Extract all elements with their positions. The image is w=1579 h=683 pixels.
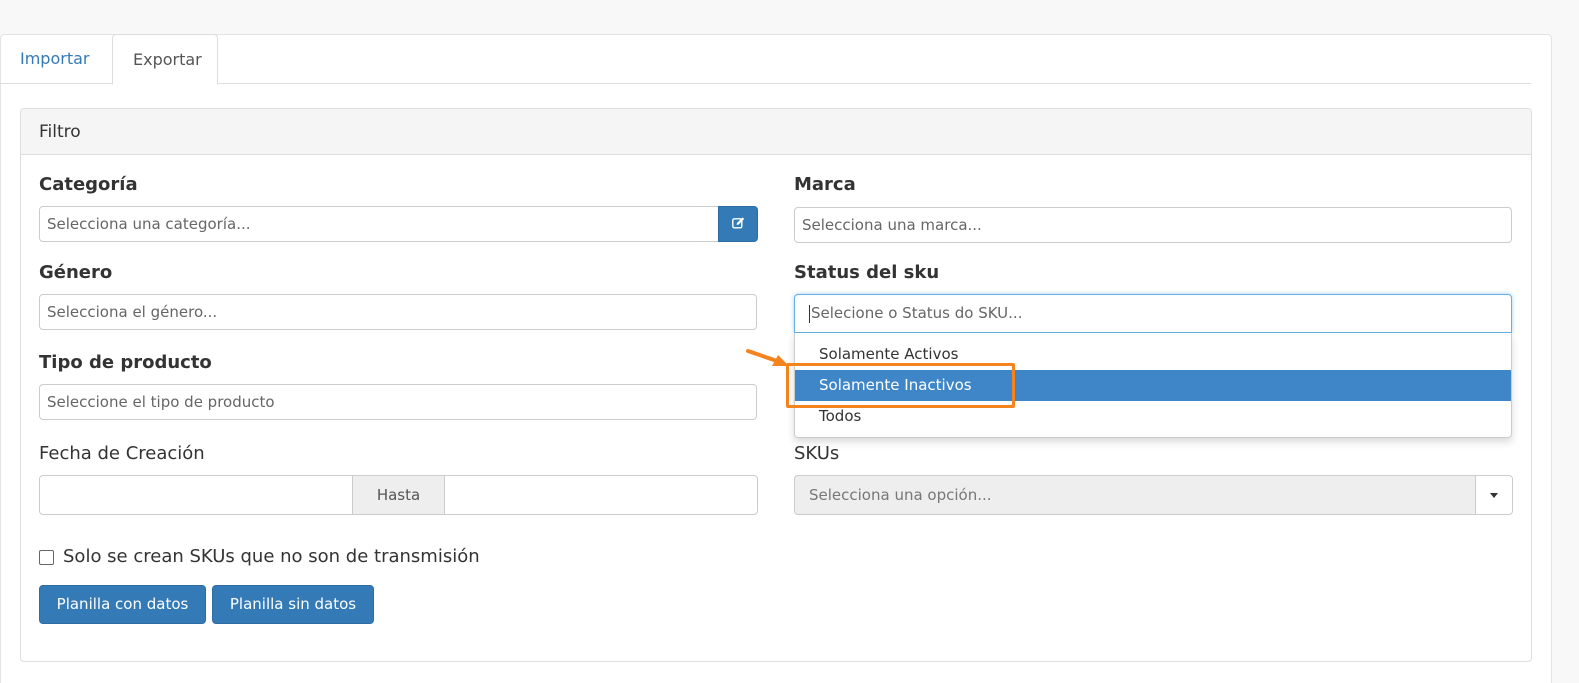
skus-select[interactable]: Selecciona una opción... [794, 475, 1476, 515]
tab-importar[interactable]: Importar [0, 34, 112, 84]
categoria-label: Categoría [39, 174, 138, 195]
planilla-con-datos-button[interactable]: Planilla con datos [39, 585, 206, 624]
tab-exportar[interactable]: Exportar [112, 34, 218, 85]
tab-bar: Importar Exportar [0, 34, 1531, 85]
planilla-sin-datos-button[interactable]: Planilla sin datos [212, 585, 374, 624]
highlight-callout [786, 363, 1015, 408]
chevron-down-icon [1490, 492, 1498, 498]
status-label: Status del sku [794, 262, 940, 283]
marca-input[interactable]: Selecciona una marca... [794, 207, 1512, 243]
tipo-input[interactable]: Seleccione el tipo de producto [39, 384, 757, 420]
genero-input[interactable]: Selecciona el género... [39, 294, 757, 330]
status-input[interactable]: Selecione o Status do SKU... [794, 294, 1512, 333]
arrow-icon [746, 349, 789, 366]
edit-icon [731, 215, 745, 233]
text-cursor [809, 304, 810, 323]
panel-title: Filtro [21, 109, 1531, 155]
fecha-desde-input[interactable] [39, 475, 353, 515]
categoria-input[interactable]: Selecciona una categoría... [39, 206, 719, 242]
marca-label: Marca [794, 174, 856, 195]
tipo-label: Tipo de producto [39, 352, 212, 373]
hasta-addon: Hasta [352, 475, 445, 515]
status-placeholder: Selecione o Status do SKU... [811, 304, 1023, 322]
fecha-label: Fecha de Creación [39, 443, 205, 464]
transmission-checkbox-label: Solo se crean SKUs que no son de transmi… [63, 546, 480, 567]
fecha-hasta-input[interactable] [444, 475, 758, 515]
skus-label: SKUs [794, 443, 840, 464]
edit-category-button[interactable] [718, 206, 758, 242]
genero-label: Género [39, 262, 113, 283]
skus-dropdown-toggle[interactable] [1475, 475, 1513, 515]
transmission-checkbox[interactable] [39, 550, 54, 565]
